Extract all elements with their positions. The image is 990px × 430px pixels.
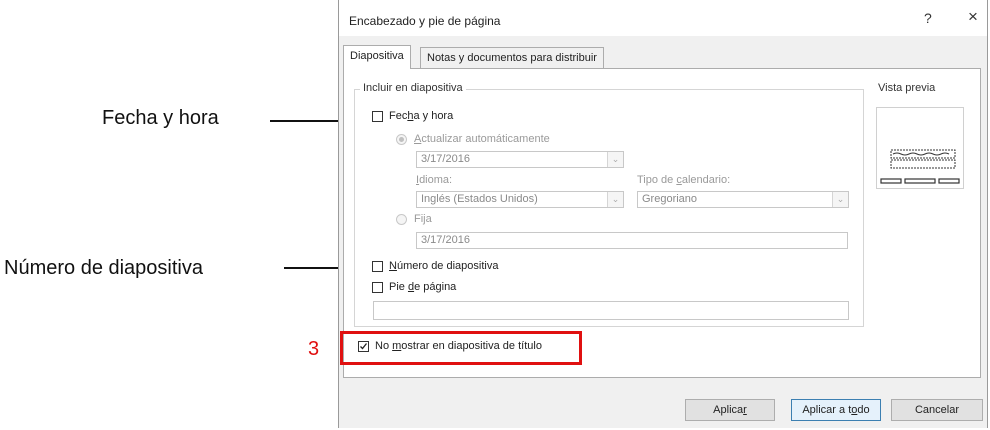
apply-button[interactable]: Aplicar <box>685 399 775 421</box>
tab-notas-documentos[interactable]: Notas y documentos para distribuir <box>420 47 604 69</box>
title-bar: Encabezado y pie de página ? × <box>339 0 987 36</box>
idioma-value: Inglés (Estados Unidos) <box>421 193 538 205</box>
help-button[interactable]: ? <box>924 10 932 26</box>
idioma-label: Idioma: <box>416 174 453 186</box>
calendar-type-select[interactable]: Gregoriano ⌄ <box>637 191 849 208</box>
close-button[interactable]: × <box>968 7 978 27</box>
chevron-down-icon: ⌄ <box>832 192 848 207</box>
no-mostrar-label[interactable]: No mostrar en diapositiva de título <box>375 340 542 352</box>
numero-diapositiva-label[interactable]: Número de diapositiva <box>389 260 498 272</box>
chevron-down-icon: ⌄ <box>607 192 623 207</box>
date-format-value: 3/17/2016 <box>421 153 470 165</box>
dialog-title: Encabezado y pie de página <box>349 14 501 28</box>
numero-diapositiva-checkbox[interactable] <box>372 261 383 272</box>
fecha-hora-label[interactable]: Fecha y hora <box>389 110 453 122</box>
date-format-select[interactable]: 3/17/2016 ⌄ <box>416 151 624 168</box>
auto-update-label[interactable]: Actualizar automáticamente <box>414 133 550 145</box>
include-group-legend: Incluir en diapositiva <box>360 82 466 94</box>
preview-label: Vista previa <box>878 82 936 94</box>
callout-numero-diapositiva: Número de diapositiva <box>4 257 203 279</box>
pie-pagina-input[interactable] <box>373 301 849 320</box>
slide-preview-graphic <box>880 149 960 184</box>
checkmark-icon <box>360 343 368 350</box>
step-number: 3 <box>308 338 320 360</box>
chevron-down-icon: ⌄ <box>607 152 623 167</box>
fija-radio[interactable] <box>396 214 407 225</box>
fecha-hora-checkbox[interactable] <box>372 111 383 122</box>
no-mostrar-checkbox[interactable] <box>358 341 369 352</box>
pie-pagina-label[interactable]: Pie de página <box>389 281 456 293</box>
idioma-select[interactable]: Inglés (Estados Unidos) ⌄ <box>416 191 624 208</box>
header-footer-dialog: Encabezado y pie de página ? × Diapositi… <box>338 0 988 428</box>
cancel-button[interactable]: Cancelar <box>891 399 983 421</box>
callout-fecha-y-hora: Fecha y hora <box>102 107 219 129</box>
auto-update-radio[interactable] <box>396 134 407 145</box>
slide-preview-thumbnail <box>876 107 964 189</box>
fija-input[interactable]: 3/17/2016 <box>416 232 848 249</box>
auto-update-radio-dot <box>399 137 404 142</box>
calendar-type-label: Tipo de calendario: <box>637 174 731 186</box>
tab-diapositiva[interactable]: Diapositiva <box>343 45 411 69</box>
fija-label[interactable]: Fija <box>414 213 432 225</box>
pie-pagina-checkbox[interactable] <box>372 282 383 293</box>
apply-all-button[interactable]: Aplicar a todo <box>791 399 881 421</box>
tab-panel: Incluir en diapositiva Fecha y hora Actu… <box>340 68 981 378</box>
calendar-type-value: Gregoriano <box>642 193 698 205</box>
